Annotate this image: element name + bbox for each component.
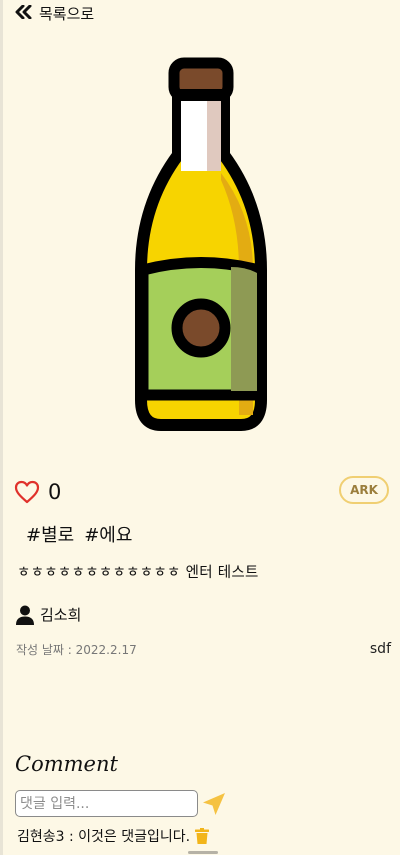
like-count: 0	[48, 480, 62, 504]
tag-list: #별로 #에요	[26, 521, 132, 547]
user-icon	[16, 605, 34, 625]
home-indicator	[188, 851, 218, 854]
tag-item[interactable]: #에요	[84, 521, 132, 547]
post-body-text: ㅎㅎㅎㅎㅎㅎㅎㅎㅎㅎㅎㅎ 엔터 테스트	[17, 565, 259, 581]
send-comment-button[interactable]	[202, 792, 226, 816]
back-label: 목록으로	[39, 4, 95, 23]
tag-item[interactable]: #별로	[26, 521, 74, 547]
post-date: 작성 날짜 : 2022.2.17	[16, 643, 137, 657]
page-edge	[0, 0, 3, 855]
like-row: 0	[14, 478, 61, 506]
comment-text: 김현송3 : 이것은 댓글입니다.	[17, 829, 191, 845]
author-name: 김소희	[40, 606, 82, 624]
back-to-list-link[interactable]: 목록으로	[15, 3, 94, 23]
author-row: 김소희	[16, 604, 81, 625]
comment-item: 김현송3 : 이것은 댓글입니다.	[17, 826, 210, 846]
heart-icon[interactable]	[14, 480, 40, 504]
comment-section-title: Comment	[15, 752, 118, 776]
comment-input[interactable]	[15, 790, 198, 817]
trash-icon[interactable]	[195, 828, 210, 844]
double-chevron-left-icon	[15, 4, 33, 23]
send-icon	[202, 792, 226, 816]
beer-bottle-image	[131, 55, 271, 435]
side-note: sdf	[369, 641, 391, 657]
ark-button[interactable]: ARK	[339, 476, 389, 504]
